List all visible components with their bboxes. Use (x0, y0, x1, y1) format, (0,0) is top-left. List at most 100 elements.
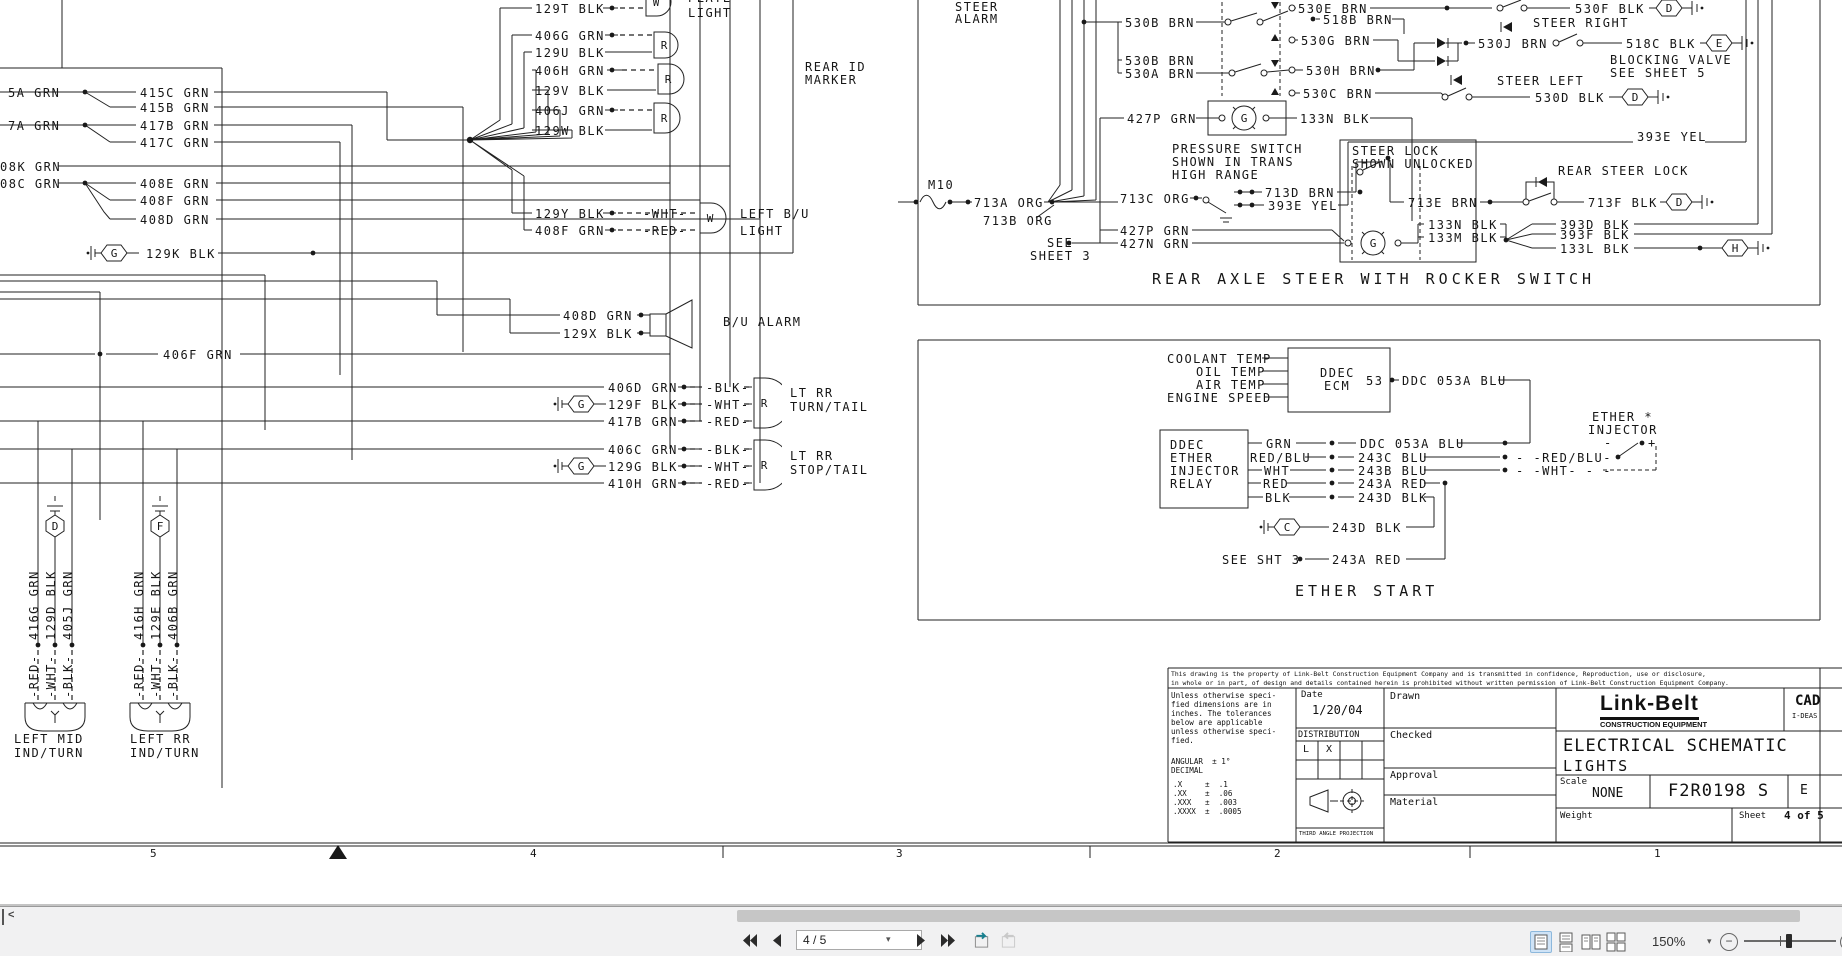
svg-text:D: D (1666, 2, 1673, 15)
wire-label: ECM (1324, 379, 1350, 393)
viewer-toolbar: ▾ (0, 926, 1842, 956)
collapse-panel-icon[interactable]: < (2, 909, 34, 925)
previous-view-button[interactable] (972, 932, 992, 949)
wire-label: ETHER (1170, 451, 1214, 465)
connector-symbol: F (147, 501, 173, 551)
svg-text:R: R (761, 397, 768, 410)
wire-label: 243D BLK (1332, 521, 1402, 535)
wire-label: 129K BLK (146, 247, 216, 261)
wire-label: 713D BRN (1265, 186, 1335, 200)
wire-label: 417B GRN (608, 415, 678, 429)
gauge-symbol: G (1226, 100, 1262, 140)
wire-label: 408F GRN (535, 224, 605, 238)
lamp-symbol: W (644, 0, 674, 22)
wire-label: 408D GRN (140, 213, 210, 227)
wire-label: RELAY (1170, 477, 1214, 491)
wire-label: -WHT- (149, 654, 163, 698)
connector-symbol: D (42, 501, 68, 551)
revision: E (1800, 783, 1808, 798)
wire-label: -WHT- (643, 207, 687, 221)
wire-label: 410H GRN (608, 477, 678, 491)
first-page-button[interactable] (740, 932, 758, 949)
page-dropdown-caret-icon[interactable]: ▾ (886, 934, 891, 945)
wire-label: 129E BLK (149, 570, 163, 640)
next-page-button[interactable] (912, 932, 930, 949)
lamp-symbol: W (698, 201, 728, 239)
two-page-scroll-view-button[interactable] (1605, 931, 1627, 953)
page-number-input[interactable] (796, 930, 922, 950)
approval-label: Approval (1390, 770, 1438, 781)
wire-label: REAR STEER LOCK (1558, 164, 1689, 178)
wire-label: 133L BLK (1560, 242, 1630, 256)
wire-label: 530H BRN (1306, 64, 1376, 78)
wire-label: -WHT- (706, 460, 750, 474)
svg-text:W: W (653, 0, 660, 9)
sheet-label: Sheet (1739, 811, 1766, 821)
wire-label: COOLANT TEMP (1167, 352, 1272, 366)
svg-text:F: F (157, 520, 164, 533)
svg-text:G: G (1370, 237, 1377, 250)
last-page-button[interactable] (940, 932, 958, 949)
wire-label: OIL TEMP (1196, 365, 1266, 379)
wire-label: DDEC (1320, 366, 1355, 380)
zoom-dropdown-caret-icon[interactable]: ▾ (1707, 936, 1712, 947)
svg-text:W: W (707, 212, 714, 225)
wire-label: 406H GRN (535, 64, 605, 78)
wire-label: ETHER START (1295, 584, 1438, 598)
wire-label: 08C GRN (0, 177, 61, 191)
wire-label: M10 (928, 178, 954, 192)
lamp-symbol: R (752, 376, 782, 434)
next-view-button[interactable] (998, 932, 1018, 949)
wire-label: + (1648, 436, 1657, 450)
svg-text:D: D (1676, 196, 1683, 209)
disclaimer-line: This drawing is the property of Link-Bel… (1171, 670, 1706, 679)
sheet-value: 4 of 5 (1784, 809, 1824, 822)
continuous-scroll-view-button[interactable] (1555, 931, 1577, 953)
lamp-symbol: R (752, 438, 782, 496)
ruler-zone-number: 1 (1654, 847, 1662, 861)
wire-label: 416G GRN (27, 570, 41, 640)
scale-value: NONE (1592, 786, 1623, 801)
wire-label: 408E GRN (140, 177, 210, 191)
wire-label: SHEET 3 (1030, 249, 1091, 263)
zoom-out-button[interactable]: − (1720, 933, 1738, 951)
zoom-slider-tick (1780, 936, 1781, 946)
wire-label: 133M BLK (1428, 231, 1498, 245)
drawing-number: F2R0198 S (1668, 781, 1769, 801)
two-page-view-button[interactable] (1580, 931, 1602, 953)
connector-symbol: G (85, 242, 141, 268)
angular-tolerance: ANGULAR ± 1° (1171, 757, 1230, 766)
zoom-level-display[interactable]: 150% (1652, 934, 1685, 949)
wire-label: LEFT RR (130, 732, 191, 746)
svg-text:D: D (1632, 91, 1639, 104)
svg-text:R: R (661, 39, 668, 52)
wire-label: 08K GRN (0, 160, 61, 174)
wire-label: ALARM (955, 12, 999, 26)
wire-label: SEE (1047, 236, 1073, 250)
horizontal-scrollbar-thumb[interactable] (737, 910, 1800, 922)
decimal-tolerances: .X ± .1.XX ± .06.XXX ± .003.XXXX ± .0005 (1173, 780, 1242, 816)
connector-symbol: C (1258, 516, 1314, 542)
wire-label: IND/TURN (130, 746, 200, 760)
material-label: Material (1390, 797, 1438, 808)
zoom-slider-handle[interactable] (1786, 934, 1792, 948)
scale-label: Scale (1560, 777, 1587, 787)
wire-label: 129U BLK (535, 46, 605, 60)
wire-label: 713C ORG (1120, 192, 1190, 206)
wire-label: LEFT B/U (740, 207, 810, 221)
connector-symbol: D (1652, 0, 1708, 23)
previous-page-button[interactable] (768, 932, 786, 949)
svg-text:R: R (761, 459, 768, 472)
wire-label: - -RED/BLU- (1516, 451, 1612, 465)
single-page-view-button[interactable] (1530, 931, 1552, 953)
wire-label: - -WHT- - - (1516, 464, 1612, 478)
wire-label: 133N BLK (1428, 218, 1498, 232)
wire-label: MARKER (805, 73, 857, 87)
wire-label: LIGHT (688, 6, 732, 20)
lamp-symbol: R (656, 62, 686, 100)
svg-text:G: G (111, 247, 118, 260)
wire-label: PLATE (688, 0, 732, 5)
wire-label: SHOWN UNLOCKED (1352, 157, 1474, 171)
wire-label: 243A RED (1358, 477, 1428, 491)
wire-label: -RED- (132, 654, 146, 698)
